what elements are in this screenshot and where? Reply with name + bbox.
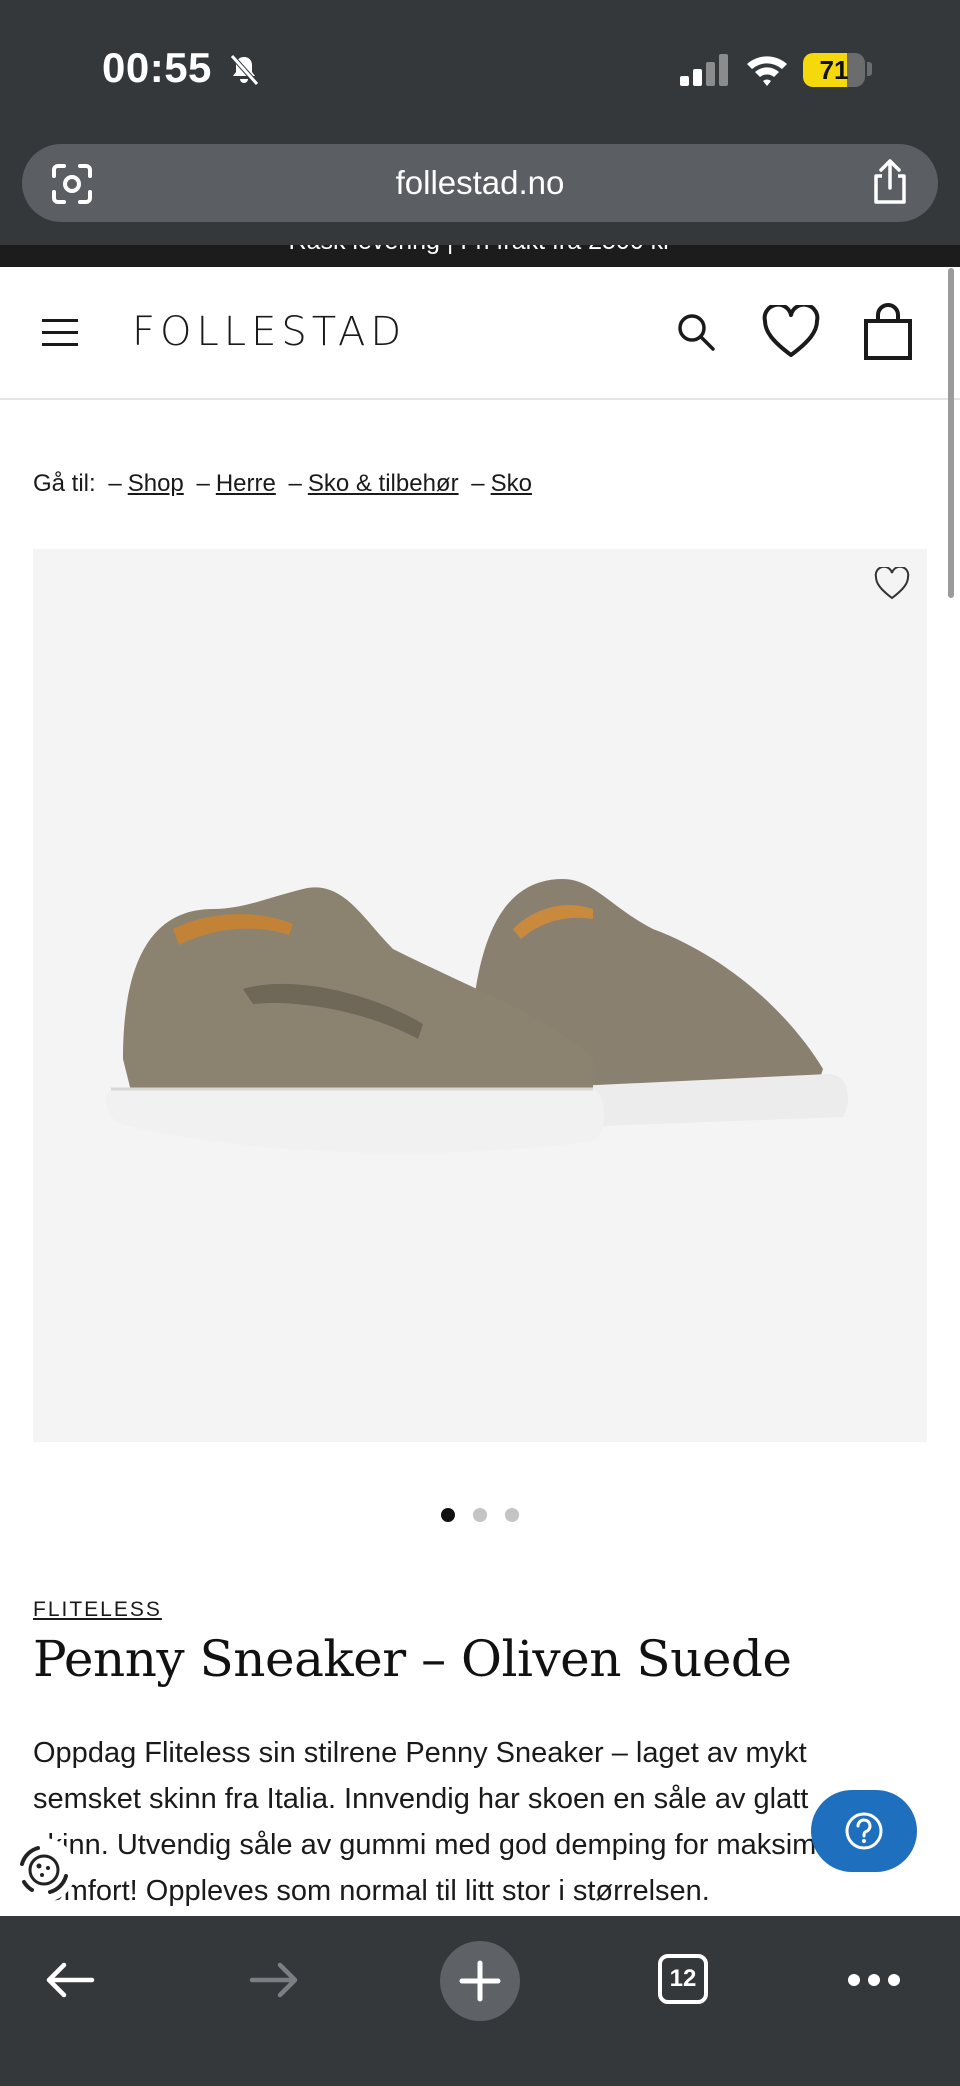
breadcrumb-separator: – xyxy=(471,470,485,497)
battery-nub xyxy=(867,62,872,76)
breadcrumb-link-sko[interactable]: Sko xyxy=(491,470,532,497)
breadcrumb-separator: – xyxy=(108,470,122,497)
gallery-pagination xyxy=(0,1508,960,1524)
page-scrollbar[interactable] xyxy=(948,268,954,598)
signal-icon xyxy=(680,54,728,86)
announcement-text: Rask levering | Fri frakt fra 2500 kr xyxy=(0,245,960,256)
breadcrumb-prefix: Gå til: xyxy=(33,470,96,497)
forward-arrow-icon[interactable] xyxy=(248,1960,300,2000)
product-photo-shoes xyxy=(106,879,848,1153)
site-header: FOLLESTAD xyxy=(0,267,960,400)
gallery-dot[interactable] xyxy=(441,1508,455,1522)
cookie-icon xyxy=(20,1846,68,1894)
plus-icon xyxy=(459,1960,501,2002)
battery-indicator: 71 xyxy=(803,53,865,87)
url-text[interactable]: follestad.no xyxy=(22,144,938,222)
product-title: Penny Sneaker – Oliven Suede xyxy=(33,1630,792,1688)
status-time: 00:55 xyxy=(102,44,212,91)
breadcrumb-link-shop[interactable]: Shop xyxy=(128,470,184,497)
breadcrumb-separator: – xyxy=(288,470,302,497)
product-image-gallery[interactable] xyxy=(33,549,927,1442)
help-chat-button[interactable] xyxy=(811,1790,917,1872)
wishlist-heart-icon[interactable] xyxy=(762,305,820,359)
gallery-dot[interactable] xyxy=(473,1508,487,1522)
shopping-bag-icon[interactable] xyxy=(862,303,914,361)
browser-toolbar: 12 xyxy=(0,1916,960,2086)
wifi-icon xyxy=(747,56,787,86)
gallery-dot[interactable] xyxy=(505,1508,519,1522)
battery-level: 71 xyxy=(819,55,849,85)
hamburger-menu-icon[interactable] xyxy=(42,317,80,349)
site-logo[interactable]: FOLLESTAD xyxy=(132,309,406,355)
breadcrumb-link-sko-tilbehor[interactable]: Sko & tilbehør xyxy=(308,470,459,497)
address-bar[interactable]: follestad.no xyxy=(22,144,938,222)
back-arrow-icon[interactable] xyxy=(44,1960,96,2000)
product-brand-link[interactable]: FLITELESS xyxy=(33,1598,162,1622)
announcement-bar: Rask levering | Fri frakt fra 2500 kr xyxy=(0,245,960,267)
product-description: Oppdag Fliteless sin stilrene Penny Snea… xyxy=(33,1737,839,1907)
bell-off-icon xyxy=(230,54,259,86)
cookie-settings-button[interactable] xyxy=(12,1838,76,1902)
search-icon[interactable] xyxy=(676,312,716,352)
add-to-wishlist-heart-icon[interactable] xyxy=(874,567,910,601)
share-icon[interactable] xyxy=(868,158,912,206)
tab-switcher-button[interactable]: 12 xyxy=(658,1954,708,2004)
question-icon xyxy=(845,1812,883,1850)
more-options-icon[interactable] xyxy=(846,1972,902,1988)
browser-top-bar: 00:55 71 follestad.no xyxy=(0,0,960,245)
new-tab-button[interactable] xyxy=(440,1941,520,2021)
breadcrumb-separator: – xyxy=(196,470,210,497)
breadcrumb: Gå til: – Shop – Herre – Sko & tilbehør – Sk… xyxy=(33,470,532,498)
breadcrumb-link-herre[interactable]: Herre xyxy=(216,470,276,497)
